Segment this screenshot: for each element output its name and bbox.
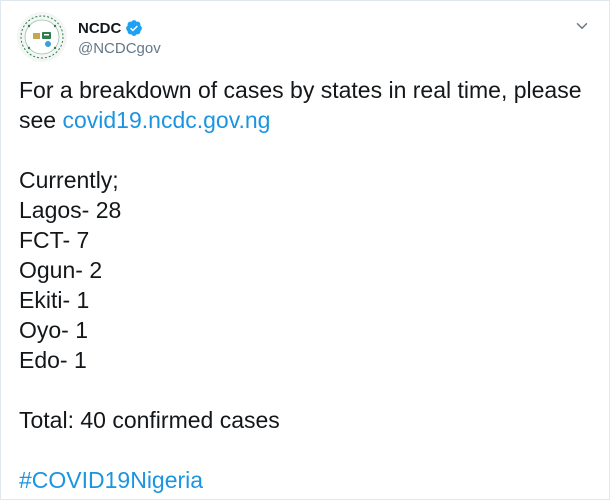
currently-label: Currently;: [19, 167, 119, 193]
state-line: Lagos- 28: [19, 197, 122, 223]
display-name[interactable]: NCDC: [78, 20, 121, 37]
intro-prefix: see: [19, 107, 63, 133]
state-line: Ekiti- 1: [19, 287, 90, 313]
total-line: Total: 40 confirmed cases: [19, 407, 280, 433]
profile-avatar[interactable]: [17, 12, 67, 62]
intro-line-1: For a breakdown of cases by states in re…: [19, 77, 582, 103]
account-names: NCDC @NCDCgov: [78, 17, 161, 58]
tweet-text: For a breakdown of cases by states in re…: [19, 75, 594, 495]
state-line: Edo- 1: [19, 347, 87, 373]
tweet-card: NCDC @NCDCgov For a breakdown of cases b…: [0, 0, 610, 500]
state-line: Ogun- 2: [19, 257, 103, 283]
account-handle[interactable]: @NCDCgov: [78, 40, 161, 57]
state-line: FCT- 7: [19, 227, 90, 253]
ncdc-website-link[interactable]: covid19.ncdc.gov.ng: [62, 107, 270, 133]
state-line: Oyo- 1: [19, 317, 89, 343]
verified-badge-icon: [126, 20, 143, 36]
intro-line-2: see covid19.ncdc.gov.ng: [19, 105, 594, 135]
hashtag-line: #COVID19Nigeria: [19, 465, 594, 495]
display-name-row: NCDC: [78, 17, 161, 39]
ncdc-logo-icon: [17, 12, 67, 62]
tweet-header: NCDC @NCDCgov: [17, 12, 161, 62]
chevron-down-icon[interactable]: [573, 17, 591, 35]
hashtag-link[interactable]: #COVID19Nigeria: [19, 467, 203, 493]
